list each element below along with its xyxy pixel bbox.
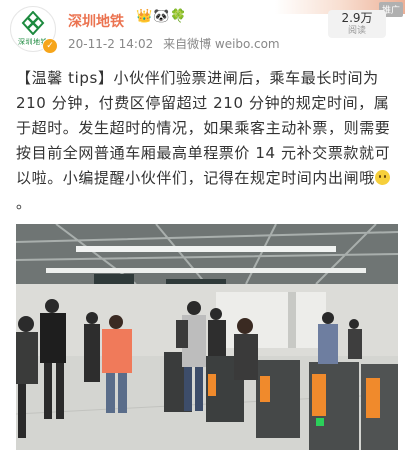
post-source[interactable]: 来自微博 weibo.com: [163, 37, 280, 51]
post-body: 【温馨 tips】小伙伴们验票进闸后，乘车最长时间为 210 分钟，付费区停留超…: [16, 69, 391, 212]
slight-smile-emoji-icon: [374, 170, 390, 185]
read-label: 阅读: [347, 26, 366, 36]
shenzhen-metro-logo-icon: [21, 11, 45, 35]
post-text: 【温馨 tips】小伙伴们验票进闸后，乘车最长时间为 210 分钟，付费区停留超…: [16, 69, 391, 187]
post-meta: 20-11-2 14:02 来自微博 weibo.com: [68, 35, 280, 52]
read-count: 2.9万: [341, 11, 373, 25]
read-count-box: 2.9万 阅读: [328, 10, 386, 38]
metro-station-scene: C: [16, 224, 398, 450]
verified-badge-icon: ✓: [42, 38, 58, 54]
post-date: 20-11-2 14:02: [68, 37, 154, 51]
post-header: 深圳地铁 ✓ 深圳地铁 👑🐼🍀 20-11-2 14:02 来自微博 weibo…: [0, 0, 405, 60]
account-name[interactable]: 深圳地铁: [68, 11, 124, 31]
member-badges-icon[interactable]: 👑🐼🍀: [136, 9, 188, 24]
post-photo[interactable]: C: [16, 224, 398, 450]
